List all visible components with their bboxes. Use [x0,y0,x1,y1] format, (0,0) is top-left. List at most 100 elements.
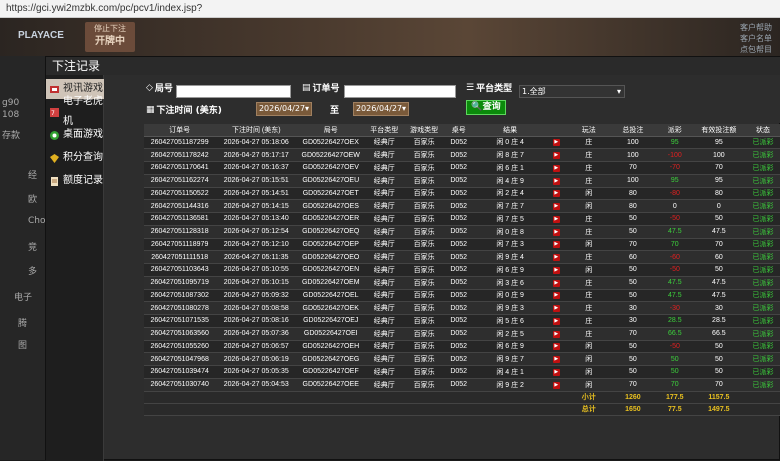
lobby-left-item[interactable]: 腾 [18,316,27,329]
lobby-left-item[interactable]: 图 [18,338,27,351]
result-cell: 闲 0 庄 4 [473,136,547,150]
replay-icon[interactable]: ▶ [552,305,560,313]
result-cell: 闲 6 庄 9 [473,263,547,277]
game-no-cell: GD05226427OEK [297,301,365,315]
replay-icon[interactable]: ▶ [552,343,560,351]
replay-cell: ▶ [546,365,566,379]
right-info-2[interactable]: 客户名单 [740,33,772,44]
replay-icon[interactable]: ▶ [552,177,560,185]
game-no-cell: GD05226427OEX [297,136,365,150]
result-cell: 闲 8 庄 7 [473,148,547,162]
table-no-cell: D052 [444,289,474,303]
lobby-left-item[interactable]: 存款 [2,128,20,141]
payout-cell: -80 [653,187,696,201]
replay-icon[interactable]: ▶ [552,381,560,389]
lobby-left-item[interactable]: 竞 [28,240,37,253]
valid-bet-cell: 95 [695,174,742,188]
result-cell: 闲 7 庄 7 [473,199,547,213]
result-cell: 闲 0 庄 8 [473,225,547,239]
replay-icon[interactable]: ▶ [552,139,560,147]
order-no-cell: 260427051063560 [144,327,216,341]
bet-type-cell: 庄 [565,212,612,226]
status-cell: 已派彩 [741,174,780,188]
table-no-cell: D052 [444,352,474,366]
platform-label: ☰ 平台类型 [466,82,513,95]
replay-icon[interactable]: ▶ [552,152,560,160]
menu-item-slots[interactable]: 7 电子老虎机 [46,96,104,127]
tag-icon: ◇ [146,82,153,93]
replay-icon[interactable]: ▶ [552,266,560,274]
bet-record-dialog: 下注记录 视讯游戏 7 电子老虎机 桌面游戏 积分查询 额度记录 ◇ 局号 ▤ 订单… [45,56,780,461]
bet-time-cell: 2026-04-27 05:14:15 [215,199,298,213]
subtotal-row: 小计 1260 177.5 1157.5 [144,391,780,404]
payout-cell: -50 [653,340,696,354]
lobby-left-item[interactable]: Cho [28,216,46,226]
replay-icon[interactable]: ▶ [552,279,560,287]
total-bet-cell: 80 [611,199,654,213]
game-type-cell: 百家乐 [404,314,445,328]
valid-bet-cell: 70 [695,238,742,252]
replay-cell: ▶ [546,238,566,252]
replay-icon[interactable]: ▶ [552,317,560,325]
game-type-cell: 百家乐 [404,250,445,264]
order-no-label: ▤ 订单号 [302,82,340,95]
menu-item-points[interactable]: 积分查询 [46,148,104,168]
platform-cell: 经典厅 [364,378,405,392]
bet-type-cell: 庄 [565,314,612,328]
replay-icon[interactable]: ▶ [552,215,560,223]
list-icon: ☰ [466,82,475,93]
platform-cell: 经典厅 [364,250,405,264]
browser-url-bar[interactable]: https://gci.ywi2mzbk.com/pc/pcv1/index.j… [0,0,780,18]
lobby-left-item[interactable]: 电子 [14,290,32,303]
valid-bet-cell: 47.5 [695,276,742,290]
menu-item-credit-records[interactable]: 额度记录 [46,171,104,191]
bet-time-cell: 2026-04-27 05:17:17 [215,148,298,162]
table-no-cell: D052 [444,276,474,290]
total-bet-cell: 30 [611,301,654,315]
status-cell: 已派彩 [741,327,780,341]
replay-icon[interactable]: ▶ [552,368,560,376]
lobby-left-item[interactable]: 欧 [28,192,37,205]
game-no-cell: GD05226427OEM [297,276,365,290]
col-game-type: 游戏类型 [404,124,445,137]
table-no-cell: D052 [444,174,474,188]
right-info-3[interactable]: 点包帮目 [740,44,772,55]
total-row: 总计 1650 77.5 1497.5 [144,403,780,416]
game-no-input[interactable] [176,85,291,98]
date-to-picker[interactable]: 2026/04/27▾ [353,102,409,116]
platform-cell: 经典厅 [364,289,405,303]
replay-icon[interactable]: ▶ [552,356,560,364]
replay-icon[interactable]: ▶ [552,254,560,262]
replay-icon[interactable]: ▶ [552,330,560,338]
valid-bet-cell: 60 [695,250,742,264]
bet-type-cell: 庄 [565,276,612,290]
valid-bet-cell: 95 [695,136,742,150]
result-cell: 闲 7 庄 3 [473,238,547,252]
order-no-input[interactable] [344,85,456,98]
replay-icon[interactable]: ▶ [552,203,560,211]
replay-icon[interactable]: ▶ [552,190,560,198]
game-type-cell: 百家乐 [404,276,445,290]
status-cell: 已派彩 [741,289,780,303]
valid-bet-cell: 30 [695,301,742,315]
menu-item-table-games[interactable]: 桌面游戏 [46,125,104,145]
calendar-icon: ▦ [146,104,155,115]
bet-type-cell: 闲 [565,263,612,277]
replay-icon[interactable]: ▶ [552,241,560,249]
total-bet-cell: 50 [611,225,654,239]
right-info-1[interactable]: 客户帮助 [740,22,772,33]
query-button[interactable]: 🔍查询 [466,100,506,115]
valid-bet-cell: 47.5 [695,225,742,239]
replay-cell: ▶ [546,352,566,366]
payout-cell: -100 [653,148,696,162]
platform-select[interactable]: 1.全部 ▾ [519,85,625,98]
replay-cell: ▶ [546,187,566,201]
lobby-left-item[interactable]: 多 [28,264,37,277]
replay-icon[interactable]: ▶ [552,228,560,236]
lobby-left-item[interactable]: 经 [28,168,37,181]
replay-icon[interactable]: ▶ [552,164,560,172]
document-icon [49,176,60,187]
date-from-picker[interactable]: 2026/04/27▾ [256,102,312,116]
svg-text:7: 7 [51,110,55,117]
replay-icon[interactable]: ▶ [552,292,560,300]
